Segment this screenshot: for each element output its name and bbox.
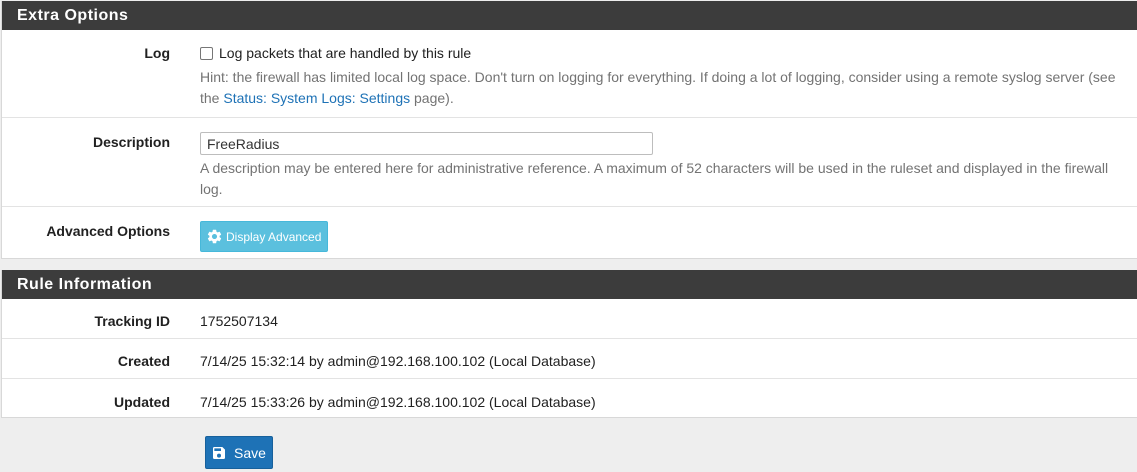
log-label: Log xyxy=(144,45,170,61)
display-advanced-button[interactable]: Display Advanced xyxy=(200,221,329,252)
log-checkbox[interactable] xyxy=(200,47,213,60)
log-checkbox-label[interactable]: Log packets that are handled by this rul… xyxy=(200,45,1119,61)
log-hint: Hint: the firewall has limited local log… xyxy=(200,67,1119,109)
advanced-options-label: Advanced Options xyxy=(46,223,170,239)
gear-icon xyxy=(206,228,223,245)
extra-options-heading: Extra Options xyxy=(2,1,1137,30)
tracking-id-label: Tracking ID xyxy=(94,313,170,329)
advanced-options-row: Advanced Options Display Advanced xyxy=(2,207,1137,258)
updated-row: Updated 7/14/25 15:33:26 by admin@192.16… xyxy=(2,379,1137,417)
tracking-id-value: 1752507134 xyxy=(200,313,278,329)
rule-information-panel: Rule Information Tracking ID 1752507134 … xyxy=(1,270,1137,418)
updated-value: 7/14/25 15:33:26 by admin@192.168.100.10… xyxy=(200,394,596,410)
display-advanced-label: Display Advanced xyxy=(226,229,322,244)
description-hint: A description may be entered here for ad… xyxy=(200,160,1109,197)
save-icon xyxy=(211,445,227,461)
save-button[interactable]: Save xyxy=(205,436,273,469)
created-row: Created 7/14/25 15:32:14 by admin@192.16… xyxy=(2,339,1137,379)
created-label: Created xyxy=(117,353,170,369)
log-hint-suffix: page). xyxy=(410,90,454,106)
advanced-options-content: Display Advanced xyxy=(200,221,1119,252)
extra-options-panel: Extra Options Log Log packets that are h… xyxy=(1,1,1137,259)
description-row: Description A description may be entered… xyxy=(2,118,1137,207)
description-label: Description xyxy=(92,134,170,150)
log-checkbox-text: Log packets that are handled by this rul… xyxy=(219,45,472,61)
rule-information-heading: Rule Information xyxy=(2,270,1137,299)
tracking-id-row: Tracking ID 1752507134 xyxy=(2,299,1137,339)
log-row: Log Log packets that are handled by this… xyxy=(2,30,1137,118)
updated-label: Updated xyxy=(114,394,170,410)
log-content: Log packets that are handled by this rul… xyxy=(200,45,1119,109)
description-input[interactable] xyxy=(200,132,653,155)
save-label: Save xyxy=(234,444,266,461)
system-logs-settings-link[interactable]: Status: System Logs: Settings xyxy=(223,90,410,106)
created-value: 7/14/25 15:32:14 by admin@192.168.100.10… xyxy=(200,353,596,369)
description-content: A description may be entered here for ad… xyxy=(200,132,1119,200)
